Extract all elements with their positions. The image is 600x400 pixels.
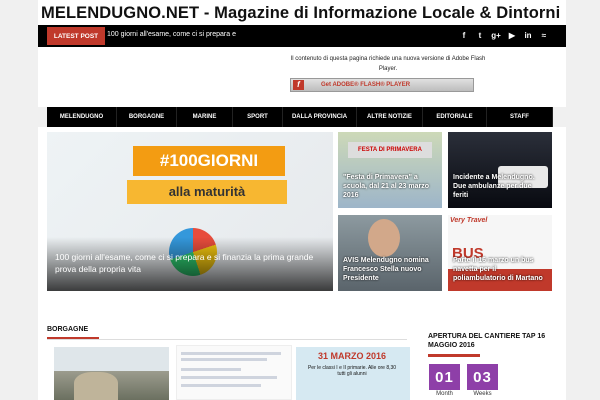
- article-thumb-2[interactable]: [176, 345, 292, 400]
- top-bar: LATEST POST 100 giorni all'esame, come c…: [38, 25, 566, 47]
- text-line: [181, 376, 277, 379]
- tile-caption[interactable]: Incidente a Melendugno. Due ambulanze pe…: [453, 173, 547, 200]
- featured-tile-avis[interactable]: AVIS Melendugno nomina Francesco Stella …: [338, 215, 442, 291]
- article-thumb-1[interactable]: [54, 347, 169, 400]
- nav-item-editoriale[interactable]: EDITORIALE: [423, 107, 487, 127]
- twitter-icon[interactable]: t: [472, 29, 488, 43]
- linkedin-icon[interactable]: in: [520, 29, 536, 43]
- featured-hero[interactable]: #100GIORNI alla maturità 100 giorni all'…: [47, 132, 333, 291]
- thumb-date: 31 MARZO 2016: [317, 351, 387, 361]
- main-nav: MELENDUGNO BORGAGNE MARINE SPORT DALLA P…: [47, 107, 553, 127]
- section-title-borgagne[interactable]: BORGAGNE: [47, 326, 88, 333]
- nav-item-marine[interactable]: MARINE: [177, 107, 233, 127]
- tile-caption[interactable]: AVIS Melendugno nomina Francesco Stella …: [343, 256, 437, 283]
- text-line: [181, 358, 267, 361]
- site-header: MELENDUGNO.NET - Magazine di Informazion…: [38, 0, 566, 25]
- youtube-icon[interactable]: ▶: [504, 29, 520, 43]
- hero-tag-maturita: alla maturità: [127, 180, 287, 204]
- countdown-months-label: Month: [436, 391, 453, 397]
- text-line: [181, 368, 241, 371]
- nav-item-borgagne[interactable]: BORGAGNE: [117, 107, 177, 127]
- section-divider: [47, 339, 407, 340]
- tile-caption[interactable]: "Festa di Primavera" a scuola, dal 21 al…: [343, 173, 437, 200]
- latest-post-link[interactable]: 100 giorni all'esame, come ci si prepara…: [107, 31, 236, 38]
- countdown-months: 01: [429, 364, 460, 390]
- flash-button-label: Get ADOBE® FLASH® PLAYER: [321, 82, 411, 88]
- text-line: [181, 352, 281, 355]
- latest-post-badge: LATEST POST: [47, 27, 105, 45]
- google-plus-icon[interactable]: g+: [488, 29, 504, 43]
- travel-logo: Very Travel: [450, 217, 488, 224]
- get-flash-button[interactable]: f Get ADOBE® FLASH® PLAYER: [290, 78, 474, 92]
- facebook-icon[interactable]: f: [456, 29, 472, 43]
- article-thumb-3[interactable]: 31 MARZO 2016 Per le classi I e II prima…: [296, 347, 410, 400]
- hero-caption[interactable]: 100 giorni all'esame, come ci si prepara…: [55, 251, 327, 275]
- nav-item-altre-notizie[interactable]: ALTRE NOTIZIE: [357, 107, 423, 127]
- hero-tag-100giorni: #100GIORNI: [133, 146, 285, 176]
- thumb-subtitle: Per le classi I e II primarie. Alle ore …: [307, 365, 397, 377]
- text-line: [181, 384, 261, 387]
- flash-notice: Il contenuto di questa pagina richiede u…: [290, 56, 486, 72]
- tile-banner: FESTA DI PRIMAVERA: [348, 142, 432, 158]
- countdown-weeks: 03: [467, 364, 498, 390]
- site-title[interactable]: MELENDUGNO.NET - Magazine di Informazion…: [41, 4, 560, 23]
- flash-logo-icon: f: [293, 80, 304, 90]
- sidebar-underline: [428, 354, 480, 357]
- trullo-graphic: [74, 372, 118, 400]
- nav-item-dalla-provincia[interactable]: DALLA PROVINCIA: [283, 107, 357, 127]
- featured-tile-bus[interactable]: Very Travel BUS Parte il 16 marzo un bus…: [448, 215, 552, 291]
- nav-item-melendugno[interactable]: MELENDUGNO: [47, 107, 117, 127]
- rss-icon[interactable]: ≈: [536, 29, 552, 43]
- social-links: f t g+ ▶ in ≈: [456, 29, 552, 43]
- portrait-graphic: [368, 219, 400, 257]
- nav-item-staff[interactable]: STAFF: [487, 107, 553, 127]
- countdown-weeks-label: Weeks: [473, 391, 492, 397]
- featured-tile-festa[interactable]: FESTA DI PRIMAVERA "Festa di Primavera" …: [338, 132, 442, 208]
- tile-caption[interactable]: Parte il 16 marzo un bus navetta per il …: [453, 256, 547, 283]
- sidebar-title: APERTURA DEL CANTIERE TAP 16 MAGGIO 2016: [428, 333, 546, 349]
- featured-tile-incidente[interactable]: Incidente a Melendugno. Due ambulanze pe…: [448, 132, 552, 208]
- page: MELENDUGNO.NET - Magazine di Informazion…: [0, 0, 600, 400]
- ad-zone: Il contenuto di questa pagina richiede u…: [38, 47, 566, 107]
- nav-item-sport[interactable]: SPORT: [233, 107, 283, 127]
